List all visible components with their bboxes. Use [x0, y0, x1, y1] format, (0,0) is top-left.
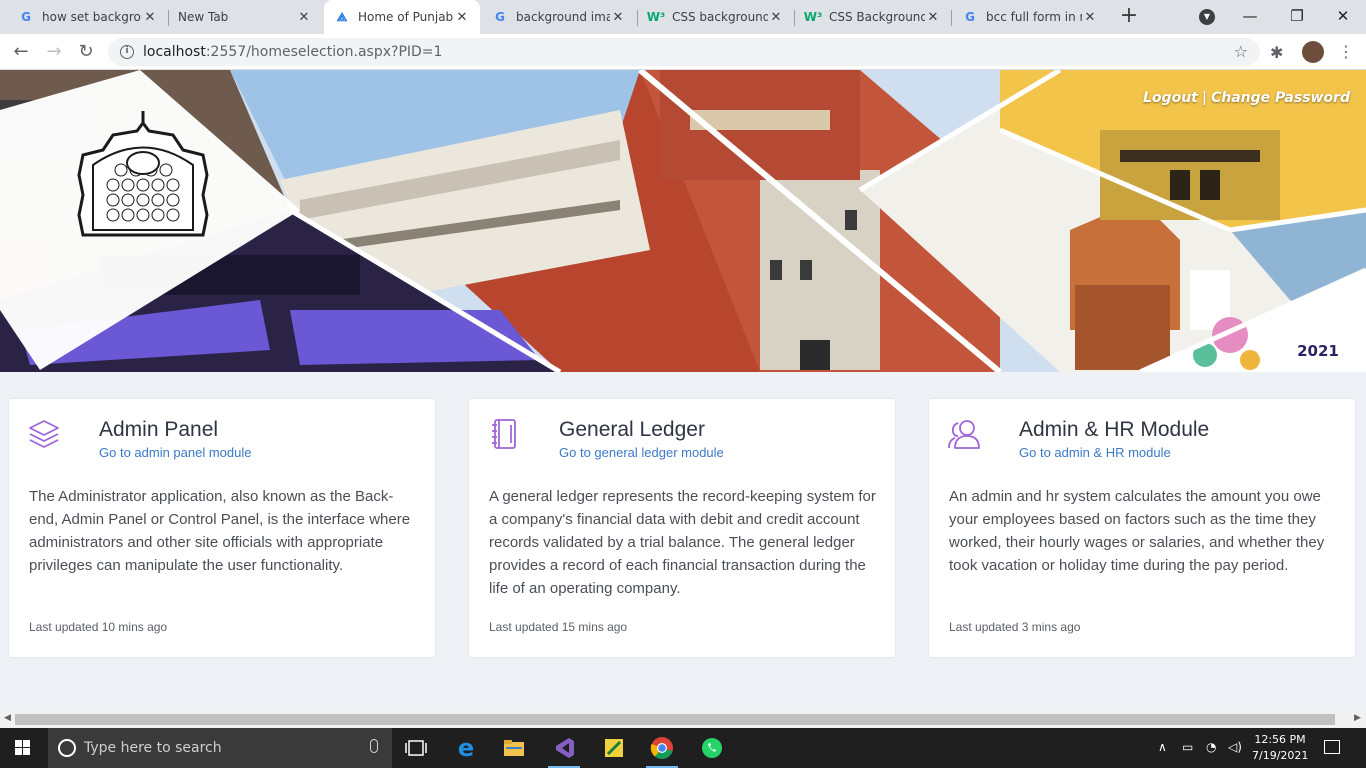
close-tab-icon[interactable]: ✕	[142, 10, 158, 25]
volume-icon[interactable]: ◁)	[1228, 740, 1242, 754]
url-path: :2557/homeselection.aspx?PID=1	[205, 44, 443, 60]
system-clock[interactable]: 12:56 PM 7/19/2021	[1252, 732, 1308, 764]
reload-icon[interactable]: ↻	[74, 40, 98, 64]
browser-tab[interactable]: W³ CSS Background ✕	[795, 0, 951, 34]
new-tab-button[interactable]: +	[1118, 5, 1140, 27]
banner-collage: 2021	[0, 70, 1366, 372]
visual-studio-icon[interactable]	[540, 728, 588, 768]
battery-icon[interactable]: ▭	[1182, 740, 1193, 754]
browser-tab-active[interactable]: ⟁ Home of Punjab ( ✕	[324, 0, 480, 34]
google-icon: G	[21, 10, 31, 24]
account-links: Logout | Change Password	[1143, 90, 1350, 106]
close-window-icon[interactable]: ✕	[1323, 5, 1363, 27]
close-tab-icon[interactable]: ✕	[768, 10, 784, 25]
w3schools-icon: W³	[803, 10, 823, 24]
scroll-right-icon[interactable]: ▶	[1354, 713, 1361, 723]
minimize-icon[interactable]: —	[1230, 5, 1270, 27]
tab-title: how set background	[42, 10, 142, 24]
microphone-icon[interactable]	[370, 739, 378, 753]
browser-tab-strip: G how set background ✕ New Tab ✕ ⟁ Home …	[0, 0, 1366, 34]
clock-date: 7/19/2021	[1252, 749, 1309, 762]
site-logo-icon: ⟁	[336, 9, 348, 24]
card-last-updated: Last updated 10 mins ago	[29, 620, 168, 634]
tray-expand-icon[interactable]: ∧	[1158, 740, 1167, 754]
browser-toolbar: ← → ↻ i localhost:2557/homeselection.asp…	[0, 34, 1366, 70]
card-title: General Ledger	[559, 418, 705, 441]
search-placeholder: Type here to search	[84, 740, 222, 756]
browser-tab[interactable]: G bcc full form in m ✕	[952, 0, 1108, 34]
browser-tab[interactable]: G background imag ✕	[482, 0, 636, 34]
card-last-updated: Last updated 3 mins ago	[949, 620, 1081, 634]
festival-2021-badge: 2021	[1297, 342, 1339, 360]
tab-title: CSS Background	[829, 10, 925, 24]
google-icon: G	[495, 10, 505, 24]
profile-avatar[interactable]	[1302, 41, 1324, 63]
extensions-icon[interactable]: ✱	[1270, 43, 1283, 62]
admin-hr-link[interactable]: Go to admin & HR module	[1019, 445, 1171, 460]
general-ledger-link[interactable]: Go to general ledger module	[559, 445, 724, 460]
logout-link[interactable]: Logout	[1143, 90, 1198, 106]
restore-icon[interactable]: ❐	[1277, 5, 1317, 27]
card-title: Admin Panel	[99, 418, 219, 441]
browser-tab[interactable]: W³ CSS background- ✕	[638, 0, 794, 34]
tab-title: Home of Punjab (	[358, 10, 454, 24]
admin-panel-link[interactable]: Go to admin panel module	[99, 445, 251, 460]
close-tab-icon[interactable]: ✕	[1082, 10, 1098, 25]
notebook-icon	[492, 419, 516, 449]
google-icon: G	[965, 10, 975, 24]
url-host: localhost	[143, 44, 206, 60]
w3schools-icon: W³	[646, 10, 666, 24]
notification-center-icon[interactable]	[1324, 740, 1340, 754]
horizontal-scrollbar[interactable]: ◀ ▶	[0, 711, 1366, 728]
back-icon[interactable]: ←	[9, 40, 33, 64]
taskbar-search-box[interactable]: Type here to search	[48, 728, 392, 768]
scrollbar-thumb[interactable]	[15, 714, 1335, 725]
tab-search-icon[interactable]: ▼	[1199, 9, 1215, 25]
tab-title: background imag	[516, 10, 610, 24]
svg-text:2021: 2021	[1297, 342, 1339, 360]
card-last-updated: Last updated 15 mins ago	[489, 620, 628, 634]
bookmark-star-icon[interactable]: ☆	[1234, 42, 1248, 61]
browser-menu-icon[interactable]: ⋮	[1338, 42, 1354, 61]
windows-taskbar: Type here to search e ∧ ▭ ◔ ◁) 12:56 PM …	[0, 728, 1366, 768]
scroll-left-icon[interactable]: ◀	[4, 713, 11, 723]
layers-icon	[29, 420, 59, 448]
card-title: Admin & HR Module	[1019, 418, 1210, 441]
close-tab-icon[interactable]: ✕	[925, 10, 941, 25]
link-separator: |	[1201, 90, 1207, 106]
users-icon	[948, 420, 980, 449]
tab-title: CSS background-	[672, 10, 768, 24]
header-banner: 2021 Logout | Change Password	[0, 70, 1366, 372]
file-explorer-icon[interactable]	[490, 728, 538, 768]
card-description: A general ledger represents the record-k…	[489, 488, 876, 597]
module-card-admin-panel: Admin Panel Go to admin panel module The…	[8, 398, 436, 658]
change-password-link[interactable]: Change Password	[1211, 90, 1350, 106]
tab-title: bcc full form in m	[986, 10, 1082, 24]
address-bar[interactable]: i localhost:2557/homeselection.aspx?PID=…	[108, 38, 1260, 66]
app-tool-icon[interactable]	[590, 728, 638, 768]
task-view-icon[interactable]	[392, 728, 440, 768]
clock-time: 12:56 PM	[1254, 733, 1306, 746]
module-card-general-ledger: General Ledger Go to general ledger modu…	[468, 398, 896, 658]
card-description: An admin and hr system calculates the am…	[949, 488, 1325, 574]
close-tab-icon[interactable]: ✕	[454, 10, 470, 25]
wifi-icon[interactable]: ◔	[1206, 740, 1216, 754]
module-card-admin-hr: Admin & HR Module Go to admin & HR modul…	[928, 398, 1356, 658]
search-icon	[58, 739, 76, 757]
whatsapp-icon[interactable]	[688, 728, 736, 768]
windows-start-icon[interactable]	[15, 740, 31, 756]
site-info-icon[interactable]: i	[120, 45, 134, 59]
chrome-icon[interactable]	[638, 728, 686, 768]
card-description: The Administrator application, also know…	[29, 488, 411, 574]
forward-icon[interactable]: →	[42, 40, 66, 64]
browser-tab[interactable]: G how set background ✕	[8, 0, 168, 34]
close-tab-icon[interactable]: ✕	[610, 10, 626, 25]
tab-title: New Tab	[178, 10, 229, 24]
edge-browser-icon[interactable]: e	[442, 728, 490, 768]
browser-tab[interactable]: New Tab ✕	[168, 0, 322, 34]
close-tab-icon[interactable]: ✕	[296, 10, 312, 25]
